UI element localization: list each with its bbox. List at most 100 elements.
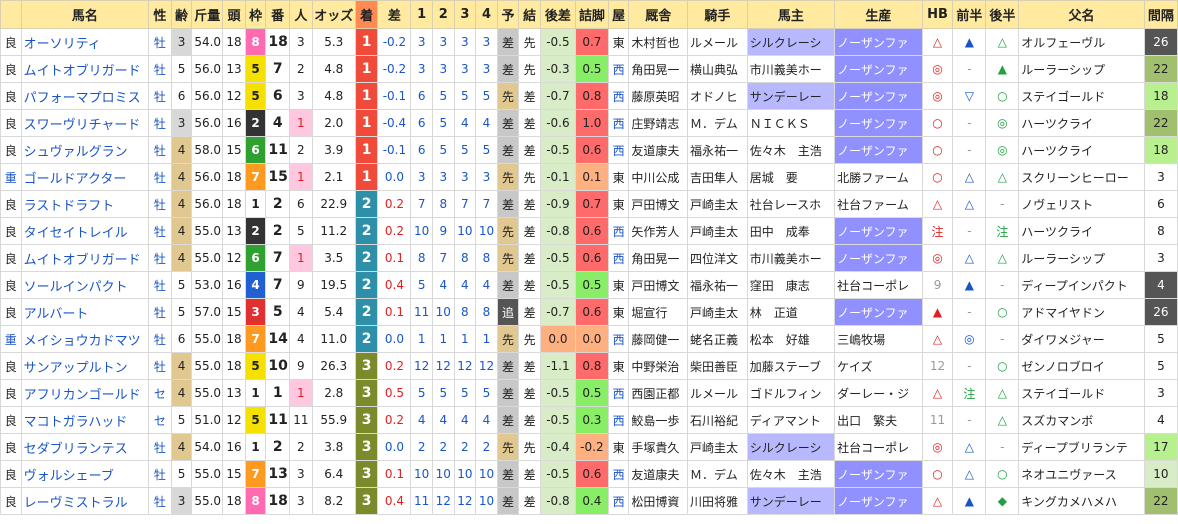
- cell-sire[interactable]: ハーツクライ: [1018, 109, 1145, 137]
- cell-jockey[interactable]: 蛯名正義: [687, 325, 748, 353]
- cell-breeder[interactable]: ダーレー・ジ: [834, 379, 923, 407]
- table-row[interactable]: 良サンアップルトン牡 4 55.0 18 5 10 9 26.3 3 0.2 12 12 12 12 差差 -…: [0, 352, 1178, 380]
- col-header-16[interactable]: 予: [496, 0, 520, 29]
- cell-stable[interactable]: 手塚貴久: [628, 433, 689, 461]
- cell-name[interactable]: レーヴミストラル: [20, 487, 150, 515]
- cell-jockey[interactable]: 福永祐一: [687, 136, 748, 164]
- cell-breeder[interactable]: ノーザンファ: [834, 55, 923, 83]
- cell-name[interactable]: ムイトオブリガード: [20, 244, 150, 272]
- cell-jockey[interactable]: 福永祐一: [687, 271, 748, 299]
- table-row[interactable]: 良ムイトオブリガード牡 5 56.0 13 5 7 2 4.8 1 -0.2 3 3 3 3 差先 -0.3 0…: [0, 55, 1178, 83]
- cell-jockey[interactable]: 川田将雅: [687, 487, 748, 515]
- table-row[interactable]: 良ソールインパクト牡 5 53.0 16 4 7 9 19.5 2 0.4 5 4 4 4 差差 -0.5 0.…: [0, 271, 1178, 299]
- cell-breeder[interactable]: ケイズ: [834, 352, 923, 380]
- cell-stable[interactable]: 鮫島一歩: [628, 406, 689, 434]
- cell-owner[interactable]: 田中 成奉: [746, 217, 836, 245]
- col-header-22[interactable]: 騎手: [687, 0, 748, 29]
- col-header-12[interactable]: 1: [410, 0, 433, 29]
- cell-name[interactable]: ムイトオブリガード: [20, 55, 150, 83]
- cell-owner[interactable]: 社台レースホ: [746, 190, 836, 218]
- cell-stable[interactable]: 西園正都: [628, 379, 689, 407]
- cell-sire[interactable]: オルフェーヴル: [1018, 28, 1145, 56]
- cell-sire[interactable]: ルーラーシップ: [1018, 55, 1145, 83]
- cell-sire[interactable]: ステイゴールド: [1018, 379, 1145, 407]
- cell-stable[interactable]: 戸田博文: [628, 271, 689, 299]
- cell-breeder[interactable]: ノーザンファ: [834, 82, 923, 110]
- table-row[interactable]: 重ゴールドアクター牡 4 56.0 18 7 15 1 2.1 1 0.0 3 3 3 3 先先 -0.1 0.…: [0, 163, 1178, 191]
- col-header-9[interactable]: オッズ: [311, 0, 356, 29]
- table-row[interactable]: 良スワーヴリチャード牡 3 56.0 16 2 4 1 2.0 1 -0.4 6 5 4 4 差差 -0.6 1…: [0, 109, 1178, 137]
- cell-owner[interactable]: サンデーレー: [746, 487, 836, 515]
- cell-stable[interactable]: 矢作芳人: [628, 217, 689, 245]
- col-header-19[interactable]: 詰脚: [574, 0, 609, 29]
- cell-owner[interactable]: 佐々木 主浩: [746, 460, 836, 488]
- table-row[interactable]: 重メイショウカドマツ牡 6 55.0 18 7 14 4 11.0 2 0.0 1 1 1 1 先先 0.0 0…: [0, 325, 1178, 353]
- cell-jockey[interactable]: 石川裕紀: [687, 406, 748, 434]
- cell-jockey[interactable]: オドノヒ: [687, 82, 748, 110]
- col-header-11[interactable]: 差: [377, 0, 412, 29]
- cell-sire[interactable]: アドマイヤドン: [1018, 298, 1145, 326]
- cell-owner[interactable]: 窪田 康志: [746, 271, 836, 299]
- col-header-29[interactable]: 間隔: [1143, 0, 1178, 29]
- cell-name[interactable]: ゴールドアクター: [20, 163, 150, 191]
- col-header-26[interactable]: 前半: [952, 0, 987, 29]
- cell-breeder[interactable]: 北勝ファーム: [834, 163, 923, 191]
- cell-sire[interactable]: ハーツクライ: [1018, 136, 1145, 164]
- cell-jockey[interactable]: ルメール: [687, 379, 748, 407]
- cell-sire[interactable]: スクリーンヒーロー: [1018, 163, 1145, 191]
- cell-jockey[interactable]: Ｍ．デム: [687, 460, 748, 488]
- cell-stable[interactable]: 松田博資: [628, 487, 689, 515]
- col-header-23[interactable]: 馬主: [746, 0, 836, 29]
- cell-name[interactable]: タイセイトレイル: [20, 217, 150, 245]
- cell-breeder[interactable]: ノーザンファ: [834, 244, 923, 272]
- cell-name[interactable]: オーソリティ: [20, 28, 150, 56]
- cell-owner[interactable]: ゴドルフィン: [746, 379, 836, 407]
- col-header-3[interactable]: 齢: [170, 0, 193, 29]
- col-header-7[interactable]: 番: [265, 0, 291, 29]
- cell-stable[interactable]: 友道康夫: [628, 460, 689, 488]
- cell-jockey[interactable]: 四位洋文: [687, 244, 748, 272]
- col-header-8[interactable]: 人: [289, 0, 313, 29]
- cell-stable[interactable]: 藤原英昭: [628, 82, 689, 110]
- cell-name[interactable]: メイショウカドマツ: [20, 325, 150, 353]
- col-header-0[interactable]: [0, 0, 22, 29]
- cell-name[interactable]: ヴォルシェーブ: [20, 460, 150, 488]
- cell-owner[interactable]: シルクレーシ: [746, 28, 836, 56]
- cell-jockey[interactable]: 横山典弘: [687, 55, 748, 83]
- table-row[interactable]: 良ラストドラフト牡 4 56.0 18 1 2 6 22.9 2 0.2 7 8 7 7 差差 -0.9 0.7…: [0, 190, 1178, 218]
- cell-stable[interactable]: 中野栄治: [628, 352, 689, 380]
- col-header-10[interactable]: 着: [354, 0, 379, 29]
- table-row[interactable]: 良パフォーマプロミス牡 6 56.0 12 5 6 3 4.8 1 -0.1 6 5 5 5 先差 -0.7 0…: [0, 82, 1178, 110]
- cell-stable[interactable]: 友道康夫: [628, 136, 689, 164]
- cell-breeder[interactable]: 三嶋牧場: [834, 325, 923, 353]
- cell-name[interactable]: アルバート: [20, 298, 150, 326]
- cell-sire[interactable]: ルーラーシップ: [1018, 244, 1145, 272]
- cell-breeder[interactable]: 社台ファーム: [834, 190, 923, 218]
- cell-sire[interactable]: ハーツクライ: [1018, 217, 1145, 245]
- col-header-18[interactable]: 後差: [539, 0, 576, 29]
- col-header-24[interactable]: 生産: [834, 0, 923, 29]
- table-row[interactable]: 良オーソリティ牡 3 54.0 18 8 18 3 5.3 1 -0.2 3 3 3 3 差先 -0.5 0.7…: [0, 28, 1178, 56]
- col-header-5[interactable]: 頭: [222, 0, 246, 29]
- cell-jockey[interactable]: 柴田善臣: [687, 352, 748, 380]
- cell-owner[interactable]: 加藤ステーブ: [746, 352, 836, 380]
- col-header-17[interactable]: 結: [518, 0, 541, 29]
- cell-sire[interactable]: ステイゴールド: [1018, 82, 1145, 110]
- cell-breeder[interactable]: ノーザンファ: [834, 217, 923, 245]
- table-row[interactable]: 良セダブリランテス牡 4 54.0 16 1 2 2 3.8 3 0.0 2 2 2 2 先先 -0.4 -0.…: [0, 433, 1178, 461]
- col-header-4[interactable]: 斤量: [191, 0, 224, 29]
- cell-breeder[interactable]: ノーザンファ: [834, 28, 923, 56]
- table-row[interactable]: 良シュヴァルグラン牡 4 58.0 15 6 11 2 3.9 1 -0.1 6 5 5 5 差差 -0.5 0…: [0, 136, 1178, 164]
- cell-jockey[interactable]: 戸崎圭太: [687, 217, 748, 245]
- cell-sire[interactable]: ディープインパクト: [1018, 271, 1145, 299]
- cell-owner[interactable]: ディアマント: [746, 406, 836, 434]
- col-header-2[interactable]: 性: [148, 0, 172, 29]
- cell-sire[interactable]: ダイワメジャー: [1018, 325, 1145, 353]
- cell-sire[interactable]: ゼンノロブロイ: [1018, 352, 1145, 380]
- cell-stable[interactable]: 藤岡健一: [628, 325, 689, 353]
- col-header-15[interactable]: 4: [475, 0, 498, 29]
- cell-owner[interactable]: 居城 要: [746, 163, 836, 191]
- cell-name[interactable]: アフリカンゴールド: [20, 379, 150, 407]
- cell-jockey[interactable]: 吉田隼人: [687, 163, 748, 191]
- col-header-1[interactable]: 馬名: [20, 0, 150, 29]
